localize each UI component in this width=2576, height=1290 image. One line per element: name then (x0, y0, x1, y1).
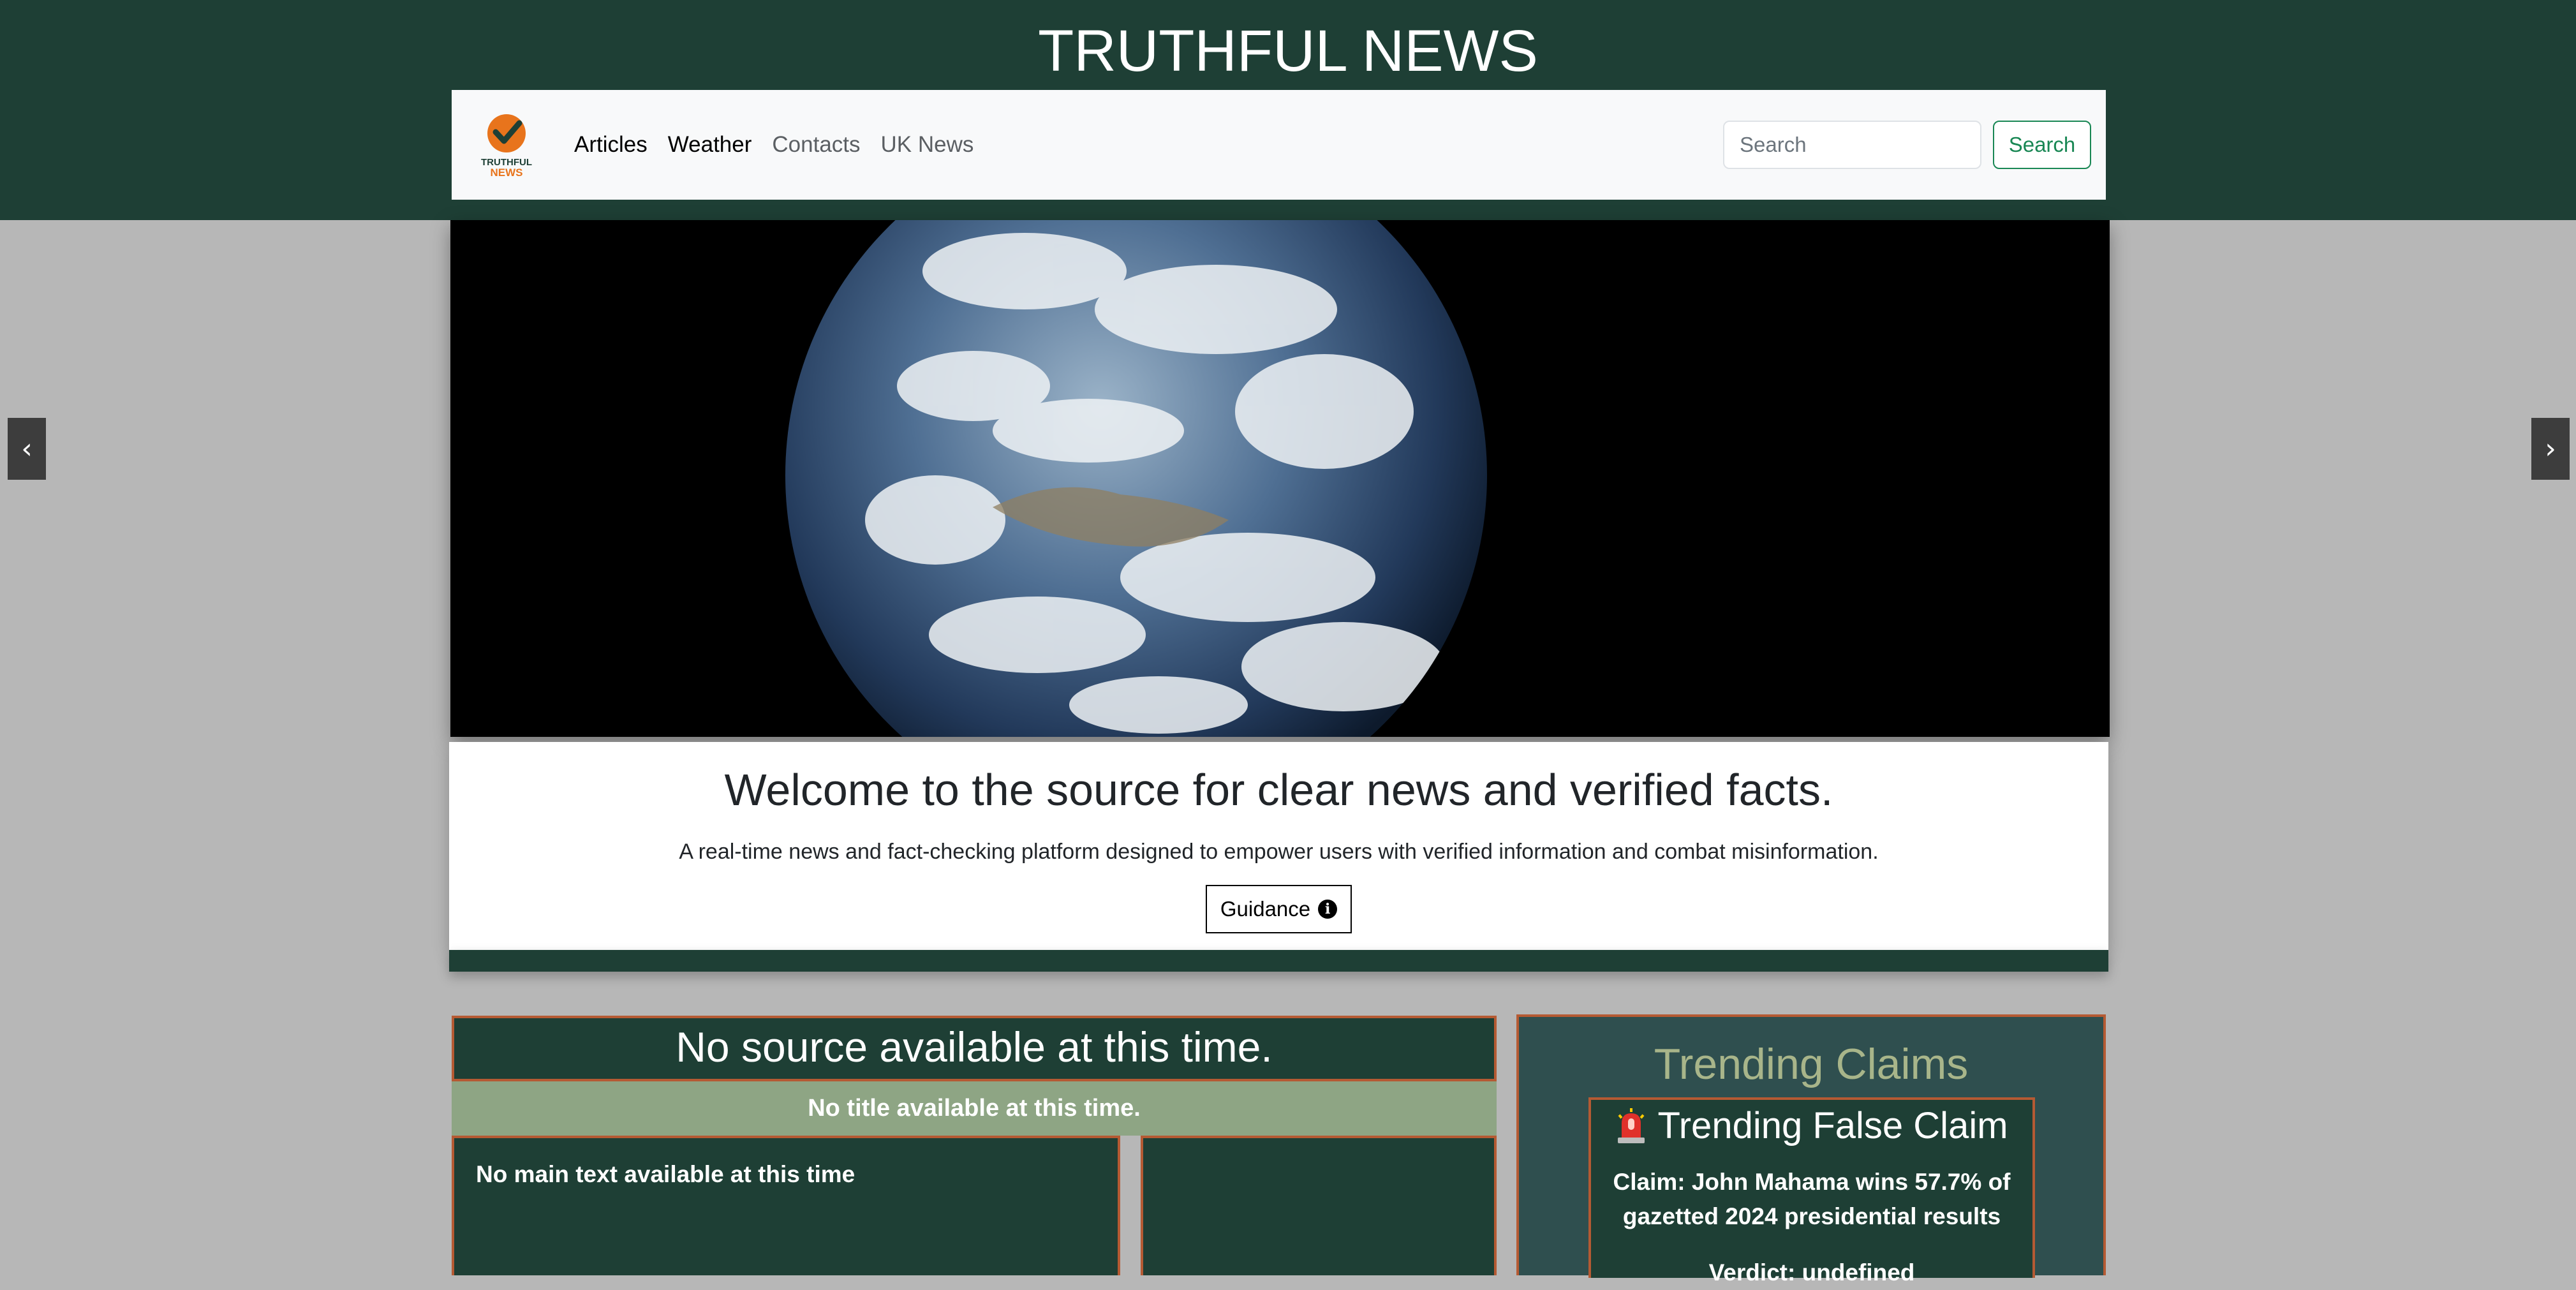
earth-image (450, 220, 2110, 737)
welcome-section: Welcome to the source for clear news and… (449, 742, 2108, 950)
guidance-button[interactable]: Guidance i (1206, 885, 1352, 933)
search-input[interactable] (1723, 121, 1981, 169)
carousel-slide-earth-image (450, 220, 2110, 737)
welcome-heading: Welcome to the source for clear news and… (724, 765, 1833, 815)
guidance-label: Guidance (1220, 897, 1311, 921)
nav-link-articles[interactable]: Articles (574, 132, 648, 158)
nav-link-weather[interactable]: Weather (668, 132, 752, 158)
siren-icon (1618, 1108, 1645, 1143)
article-side-box (1141, 1136, 1497, 1275)
carousel-prev-button[interactable]: ‹ (8, 418, 46, 480)
nav-link-contacts[interactable]: Contacts (772, 132, 860, 158)
navbar: TRUTHFUL NEWS Articles Weather Contacts … (452, 90, 2106, 200)
claim-text: Claim: John Mahama wins 57.7% of gazette… (1591, 1165, 2032, 1234)
verdict-label: Verdict: (1708, 1259, 1796, 1286)
search-button[interactable]: Search (1993, 121, 2091, 169)
article-title: No title available at this time. (452, 1081, 1497, 1136)
truthful-news-logo[interactable]: TRUTHFUL NEWS (475, 113, 538, 178)
welcome-text: A real-time news and fact-checking platf… (679, 840, 1879, 864)
article-main-text: No main text available at this time (452, 1136, 1120, 1275)
article-panel: No source available at this time. No tit… (452, 1016, 1497, 1275)
card-title: Trending False Claim (1591, 1102, 2032, 1150)
trending-claims-panel: Trending Claims Trending False Claim Cla… (1516, 1014, 2106, 1286)
carousel-next-button[interactable]: › (2531, 418, 2570, 480)
trending-false-claim-card: Trending False Claim Claim: John Mahama … (1588, 1097, 2035, 1286)
nav-link-uk-news[interactable]: UK News (881, 132, 974, 158)
card-title-text: Trending False Claim (1657, 1105, 2008, 1146)
welcome-footer-strip (449, 950, 2108, 972)
nav-links: Articles Weather Contacts UK News (574, 90, 994, 200)
claim-label: Claim: (1613, 1169, 1685, 1195)
info-icon: i (1318, 900, 1338, 919)
article-source: No source available at this time. (452, 1016, 1497, 1081)
logo-line2: NEWS (491, 167, 523, 178)
trending-heading: Trending Claims (1654, 1040, 1969, 1088)
verdict-value: undefined (1802, 1259, 1915, 1286)
verdict-text: Verdict: undefined (1591, 1256, 2032, 1290)
site-title: TRUTHFUL NEWS (1038, 19, 1538, 84)
